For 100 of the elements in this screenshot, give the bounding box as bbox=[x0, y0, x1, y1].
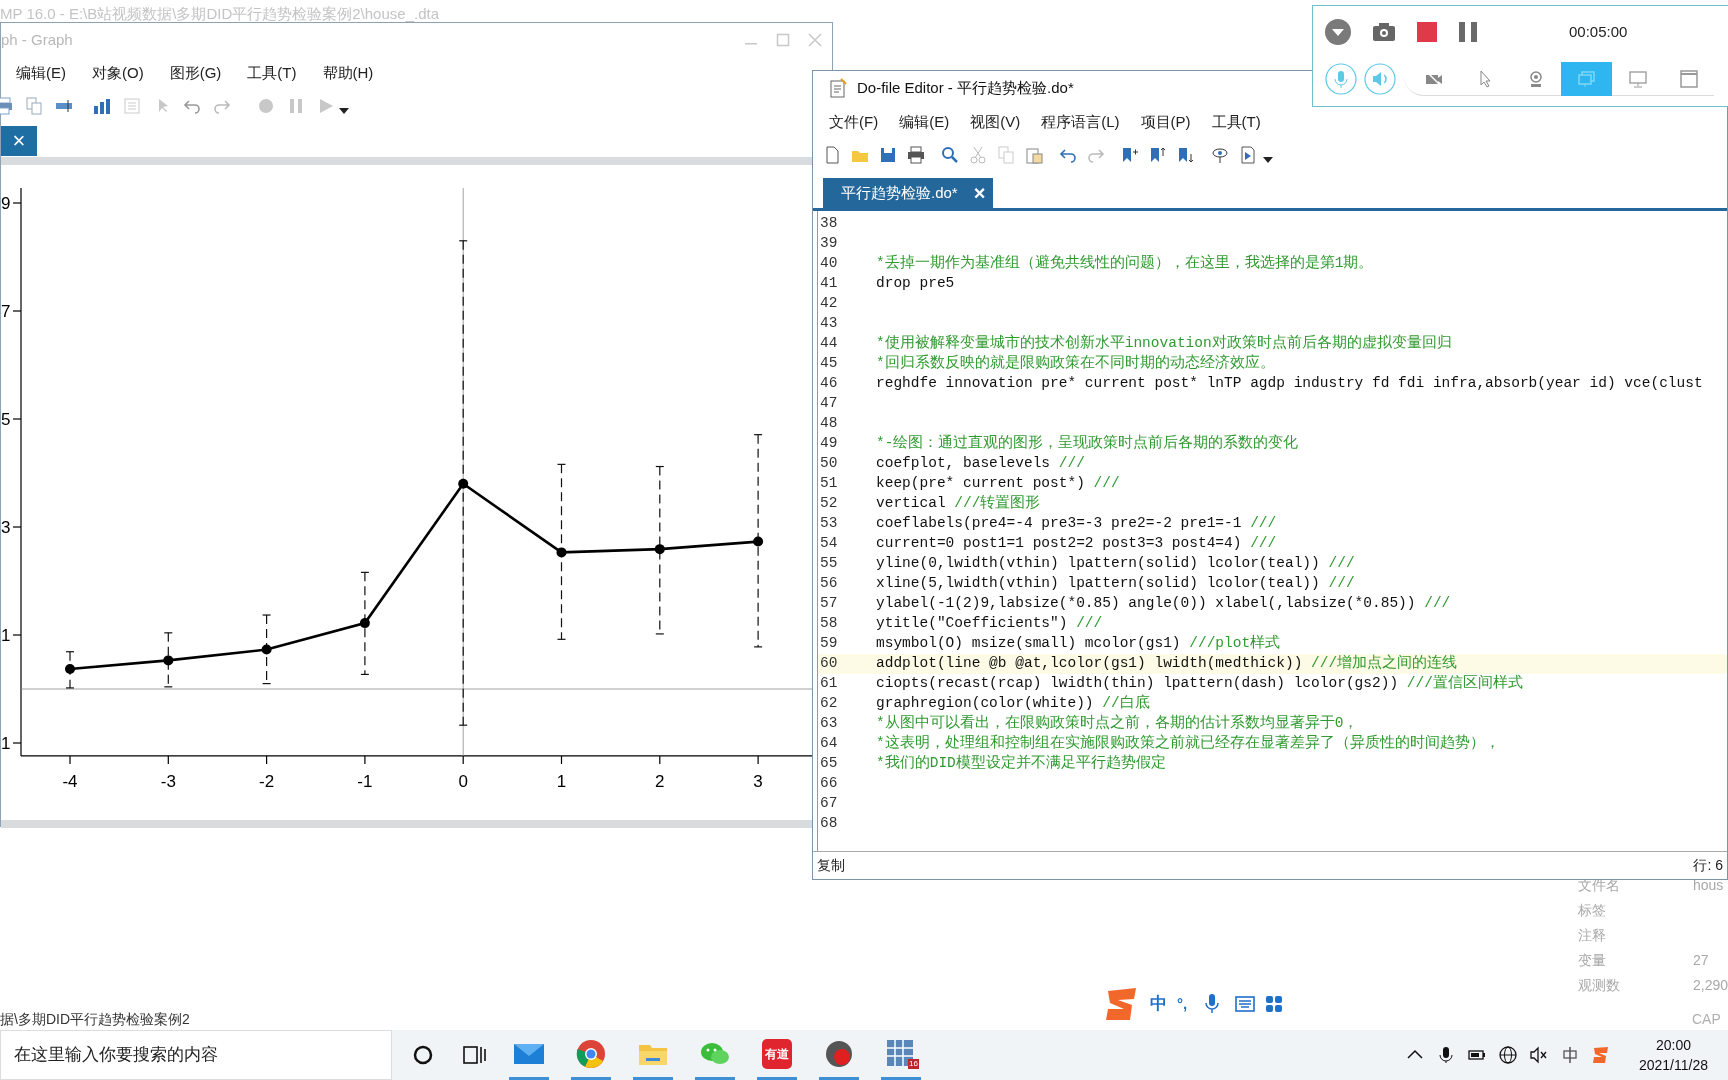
cortana-icon[interactable] bbox=[413, 1045, 433, 1065]
undo-icon[interactable] bbox=[1059, 146, 1077, 164]
line-number: 40 bbox=[819, 254, 839, 274]
menu-item[interactable]: 文件(F) bbox=[829, 110, 879, 134]
code-line: ylabel(-1(2)9,labsize(*0.85) angle(0)) xlabel(,labsize(*0.85)) /// bbox=[876, 594, 1451, 614]
property-value: 2,290 bbox=[1692, 976, 1728, 995]
code-line: *丢掉一期作为基准组（避免共线性的问题），在这里，我选择的是第1期。 bbox=[876, 253, 1374, 274]
bar-chart-icon[interactable] bbox=[93, 97, 111, 115]
menu-item[interactable]: 项目(P) bbox=[1140, 110, 1191, 134]
clock[interactable]: 20:00 2021/11/28 bbox=[1638, 1035, 1708, 1075]
microphone-icon[interactable] bbox=[1436, 1046, 1455, 1064]
tab-close-button[interactable]: × bbox=[1, 126, 37, 156]
menu-item[interactable]: 工具(T) bbox=[247, 61, 297, 85]
editor-tab[interactable]: 平行趋势检验.do* × bbox=[823, 178, 994, 208]
line-number: 44 bbox=[819, 334, 839, 354]
line-number: 53 bbox=[819, 514, 839, 534]
code-line: keep(pre* current post*) /// bbox=[876, 474, 1120, 494]
capture-mode-button[interactable] bbox=[1561, 61, 1612, 96]
speaker-icon[interactable] bbox=[1364, 63, 1396, 95]
menu-item[interactable]: 工具(T) bbox=[1211, 110, 1261, 134]
code-line: coeflabels(pre4=-4 pre3=-3 pre2=-2 pre1=-1 /// bbox=[876, 514, 1277, 534]
pause-icon[interactable] bbox=[1459, 22, 1477, 42]
code-line: yline(0,lwidth(vthin) lpattern(solid) lcolor(teal)) /// bbox=[876, 554, 1355, 574]
taskbar-app-button[interactable]: 16 bbox=[881, 1030, 921, 1080]
line-number: 61 bbox=[819, 674, 839, 694]
menu-item[interactable]: 程序语言(L) bbox=[1041, 110, 1120, 134]
new-file-icon[interactable] bbox=[823, 146, 841, 164]
line-number: 47 bbox=[819, 394, 839, 414]
rename-icon[interactable] bbox=[55, 97, 73, 115]
printer-icon[interactable] bbox=[0, 97, 13, 115]
line-number: 68 bbox=[819, 814, 839, 834]
code-line: xline(5,lwidth(vthin) lpattern(solid) lcolor(teal)) /// bbox=[876, 574, 1355, 594]
data-point bbox=[163, 655, 174, 666]
error-bar bbox=[65, 651, 75, 689]
y-tick-label: 3 bbox=[1, 518, 11, 537]
camera-icon[interactable] bbox=[1373, 23, 1395, 41]
screen-icon bbox=[1577, 69, 1596, 88]
x-tick-label: -4 bbox=[62, 772, 78, 791]
tab-label: 平行趋势检验.do* bbox=[841, 182, 958, 203]
ime-mode-indicator[interactable]: 中 bbox=[1150, 991, 1167, 1017]
search-field[interactable]: 在这里输入你要搜索的内容 bbox=[0, 1030, 392, 1080]
menu-item[interactable]: 帮助(H) bbox=[322, 61, 374, 85]
bookmark-down-icon[interactable] bbox=[1177, 146, 1195, 164]
menu-item[interactable]: 编辑(E) bbox=[899, 110, 950, 134]
chrome-icon bbox=[575, 1037, 607, 1070]
line-number: 39 bbox=[819, 234, 839, 254]
sogou-logo-icon[interactable] bbox=[1591, 1046, 1610, 1064]
scissors-icon[interactable] bbox=[969, 146, 987, 164]
x-tick-label: 0 bbox=[458, 772, 468, 791]
line-number: 65 bbox=[819, 754, 839, 774]
line-number: 59 bbox=[819, 634, 839, 654]
undo-icon[interactable] bbox=[183, 97, 201, 115]
paste-icon[interactable] bbox=[1025, 146, 1043, 164]
redo-icon[interactable] bbox=[213, 97, 231, 115]
printer-icon[interactable] bbox=[907, 146, 925, 164]
data-point bbox=[556, 547, 567, 558]
line-number: 43 bbox=[819, 314, 839, 334]
error-bar bbox=[262, 614, 272, 685]
y-tick-label: 9 bbox=[1, 194, 11, 213]
code-line: ciopts(recast(rcap) lwidth(thin) lpattern(dash) lcolor(gs2)) ///置信区间样式 bbox=[876, 673, 1523, 694]
punctuation-indicator[interactable]: °, bbox=[1177, 992, 1188, 1016]
task-view-icon[interactable] bbox=[463, 1045, 487, 1065]
menu-item[interactable]: 视图(V) bbox=[970, 110, 1021, 134]
code-line: *-绘图：通过直观的图形，呈现政策时点前后各期的系数的变化 bbox=[876, 433, 1299, 454]
bookmark-up-icon[interactable] bbox=[1149, 146, 1167, 164]
line-number: 41 bbox=[819, 274, 839, 294]
line-number: 63 bbox=[819, 714, 839, 734]
copy-icon[interactable] bbox=[25, 97, 43, 115]
menu-item[interactable]: 对象(O) bbox=[92, 61, 144, 85]
redo-icon[interactable] bbox=[1087, 146, 1105, 164]
line-number: 50 bbox=[819, 454, 839, 474]
code-line: graphregion(color(white)) //白底 bbox=[876, 693, 1150, 714]
run-icon[interactable] bbox=[1239, 146, 1257, 164]
data-point bbox=[261, 644, 272, 655]
eye-icon[interactable] bbox=[1211, 146, 1229, 164]
input-method-icon[interactable] bbox=[1560, 1046, 1579, 1064]
x-tick-label: -3 bbox=[160, 772, 176, 791]
y-tick-label: 7 bbox=[1, 302, 11, 321]
line-number: 55 bbox=[819, 554, 839, 574]
code-line: msymbol(O) msize(small) mcolor(gs1) ///plot样式 bbox=[876, 633, 1281, 654]
data-point bbox=[65, 664, 75, 674]
speaker-muted-icon[interactable] bbox=[1529, 1046, 1548, 1064]
window-title: MP 16.0 - E:\B站视频数据\多期DID平行趋势检验案例2\house_.dta bbox=[0, 4, 439, 24]
bookmark-add-icon[interactable] bbox=[1121, 146, 1139, 164]
app-badge: 16 bbox=[908, 1059, 919, 1069]
keyboard-icon[interactable] bbox=[1235, 996, 1256, 1012]
menu-item[interactable]: 图形(G) bbox=[169, 61, 222, 85]
taskbar-app-button[interactable]: 有道 bbox=[757, 1030, 797, 1080]
line-number: 67 bbox=[819, 794, 839, 814]
data-point bbox=[654, 544, 665, 555]
dropdown-icon[interactable] bbox=[339, 108, 349, 114]
globe-icon[interactable] bbox=[1498, 1046, 1517, 1064]
window-icon bbox=[1679, 69, 1698, 88]
save-icon[interactable] bbox=[879, 146, 897, 164]
close-icon[interactable]: × bbox=[973, 178, 986, 208]
menu-item[interactable]: 编辑(E) bbox=[16, 61, 66, 85]
code-line: current=0 post1=1 post2=2 post3=3 post4=4) /// bbox=[876, 534, 1277, 554]
grid-icon[interactable] bbox=[1265, 995, 1284, 1013]
search-icon[interactable] bbox=[941, 146, 959, 164]
dropdown-icon[interactable] bbox=[1263, 157, 1273, 163]
